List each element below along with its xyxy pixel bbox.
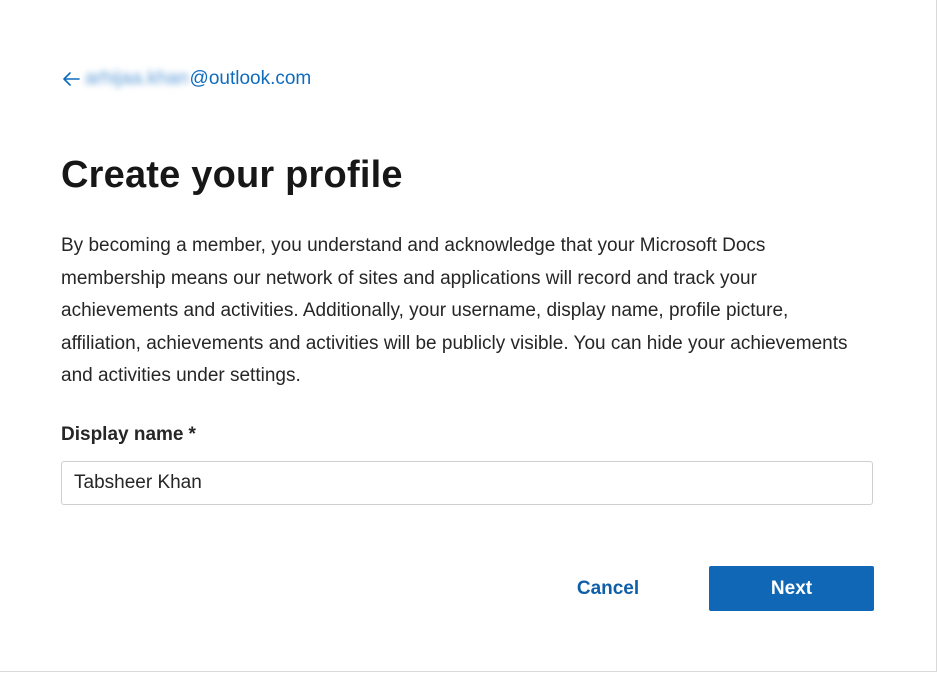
display-name-label-text: Display name bbox=[61, 424, 184, 445]
arrow-left-icon[interactable] bbox=[61, 69, 81, 89]
back-to-account-link[interactable]: arhijaa.khan @outlook.com bbox=[61, 66, 311, 92]
cancel-button[interactable]: Cancel bbox=[548, 567, 668, 611]
account-username: arhijaa.khan bbox=[85, 68, 189, 89]
required-marker: * bbox=[188, 424, 196, 445]
display-name-input[interactable] bbox=[61, 461, 873, 505]
next-button[interactable]: Next bbox=[709, 566, 874, 611]
membership-description: By becoming a member, you understand and… bbox=[61, 235, 848, 386]
account-email-domain: @outlook.com bbox=[189, 68, 312, 89]
display-name-label: Display name * bbox=[61, 424, 196, 446]
page-title: Create your profile bbox=[61, 154, 403, 196]
profile-dialog: arhijaa.khan @outlook.com Create your pr… bbox=[0, 0, 937, 672]
